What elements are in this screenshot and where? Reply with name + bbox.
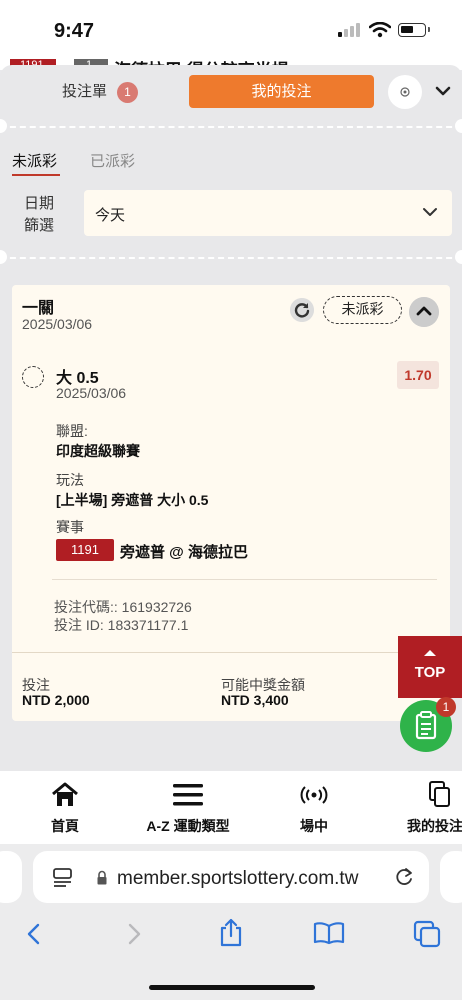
refresh-icon[interactable] bbox=[290, 298, 314, 322]
wifi-icon bbox=[369, 22, 391, 38]
event-label: 賽事 bbox=[56, 519, 84, 535]
nav-live[interactable]: 場中 bbox=[284, 771, 344, 844]
nav-my-bets-label: 我的投注 bbox=[407, 818, 462, 834]
filter-settled[interactable]: 已派彩 bbox=[90, 150, 135, 171]
lock-icon bbox=[97, 870, 107, 885]
scroll-top-label: TOP bbox=[414, 664, 446, 681]
battery-icon bbox=[398, 23, 430, 37]
date-filter-label-line2: 篩選 bbox=[24, 217, 55, 234]
tab-betslip[interactable]: 投注單 bbox=[62, 80, 107, 101]
ticket-notch bbox=[455, 119, 462, 133]
scroll-top-button[interactable]: TOP bbox=[398, 636, 462, 698]
date-filter-label-line1: 日期 bbox=[24, 195, 55, 212]
stake-value: NTD 2,000 bbox=[22, 692, 90, 708]
tab-my-bets[interactable]: 我的投注 bbox=[189, 75, 374, 108]
home-indicator bbox=[149, 985, 315, 990]
settings-button[interactable] bbox=[388, 75, 422, 109]
arrow-up-icon bbox=[424, 650, 436, 656]
market-value: [上半場] 旁遮普 大小 0.5 bbox=[56, 492, 209, 508]
event-name: 旁遮普 @ 海德拉巴 bbox=[120, 544, 248, 561]
tabs-icon[interactable] bbox=[413, 920, 441, 948]
chevron-down-icon bbox=[423, 208, 437, 216]
gear-icon bbox=[400, 87, 410, 97]
bet-id: 投注 ID: 183371177.1 bbox=[54, 617, 189, 633]
ticket-notch bbox=[455, 250, 462, 264]
filter-unsettled[interactable]: 未派彩 bbox=[12, 150, 57, 171]
payout-value: NTD 3,400 bbox=[221, 692, 289, 708]
market-label: 玩法 bbox=[56, 472, 84, 488]
previous-tab-preview[interactable] bbox=[0, 851, 22, 903]
bet-code: 投注代碼:: 161932726 bbox=[54, 599, 192, 615]
nav-home[interactable]: 首頁 bbox=[30, 771, 100, 844]
selection-date: 2025/03/06 bbox=[56, 385, 127, 401]
reader-icon[interactable] bbox=[52, 866, 74, 888]
cellular-signal-icon bbox=[338, 23, 362, 37]
nav-my-bets[interactable]: 我的投注 bbox=[404, 771, 462, 844]
chevron-up-icon[interactable] bbox=[409, 297, 439, 327]
nav-home-label: 首頁 bbox=[51, 818, 79, 834]
event-code-badge: 1191 bbox=[56, 539, 114, 561]
betslip-count-badge: 1 bbox=[117, 82, 138, 103]
back-icon[interactable] bbox=[24, 922, 44, 946]
active-filter-indicator bbox=[12, 174, 60, 176]
bet-status-badge: 未派彩 bbox=[323, 296, 402, 324]
live-icon bbox=[300, 786, 328, 804]
bet-date: 2025/03/06 bbox=[22, 316, 93, 332]
nav-live-label: 場中 bbox=[300, 818, 328, 834]
home-icon bbox=[52, 782, 78, 806]
date-filter-select[interactable] bbox=[84, 190, 452, 236]
url-text: member.sportslottery.com.tw bbox=[117, 868, 359, 889]
selection-status-icon bbox=[22, 366, 44, 388]
bookmarks-icon[interactable] bbox=[313, 921, 345, 945]
my-bets-icon bbox=[429, 781, 450, 807]
forward-icon[interactable] bbox=[124, 922, 144, 946]
share-icon[interactable] bbox=[217, 917, 245, 947]
menu-icon bbox=[173, 784, 203, 806]
divider bbox=[0, 257, 462, 259]
status-time: 9:47 bbox=[54, 20, 95, 42]
nav-sports-az[interactable]: A-Z 運動類型 bbox=[133, 771, 243, 844]
date-filter-label: 日期 篩選 bbox=[24, 193, 64, 237]
bet-type: 一關 bbox=[22, 300, 55, 317]
league-value: 印度超級聯賽 bbox=[56, 443, 140, 459]
divider bbox=[52, 579, 437, 580]
odds-badge: 1.70 bbox=[397, 361, 439, 389]
nav-sports-az-label: A-Z 運動類型 bbox=[146, 818, 230, 834]
collapse-chevron-icon[interactable] bbox=[432, 80, 454, 102]
reload-icon[interactable] bbox=[393, 866, 415, 888]
next-tab-preview[interactable] bbox=[440, 851, 462, 903]
divider bbox=[12, 652, 450, 653]
league-label: 聯盟: bbox=[56, 423, 88, 439]
date-filter-value: 今天 bbox=[95, 207, 126, 224]
fab-count-badge: 1 bbox=[436, 697, 456, 717]
divider bbox=[0, 126, 462, 128]
